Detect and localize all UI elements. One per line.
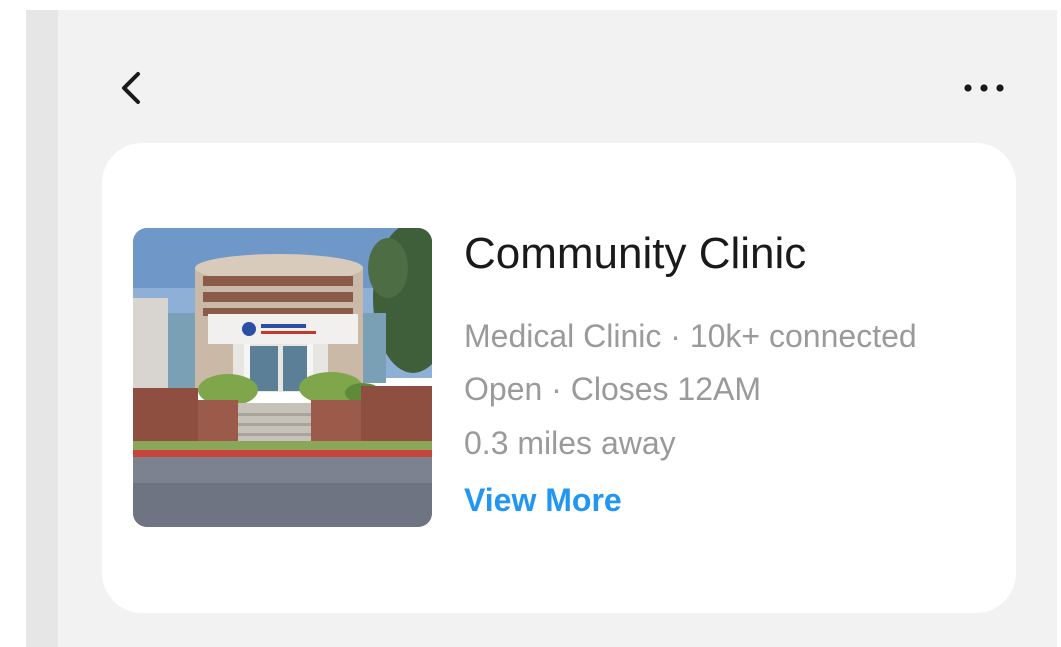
top-edge [0, 0, 1061, 10]
left-rail [26, 10, 58, 647]
chevron-left-icon [112, 64, 152, 112]
ellipsis-horizontal-icon [956, 70, 1012, 106]
back-button[interactable] [112, 64, 152, 112]
place-distance: 0.3 miles away [464, 425, 676, 461]
more-options-button[interactable] [956, 70, 1012, 106]
place-title: Community Clinic [464, 229, 807, 278]
app-frame: Community Clinic Medical Clinic · 10k+ c… [0, 0, 1061, 647]
place-photo [133, 228, 432, 527]
right-edge [1057, 0, 1061, 647]
place-category: Medical Clinic · 10k+ connected [464, 318, 917, 354]
place-hours: Open · Closes 12AM [464, 371, 762, 407]
view-more-link[interactable]: View More [464, 480, 622, 520]
left-edge [0, 0, 26, 647]
